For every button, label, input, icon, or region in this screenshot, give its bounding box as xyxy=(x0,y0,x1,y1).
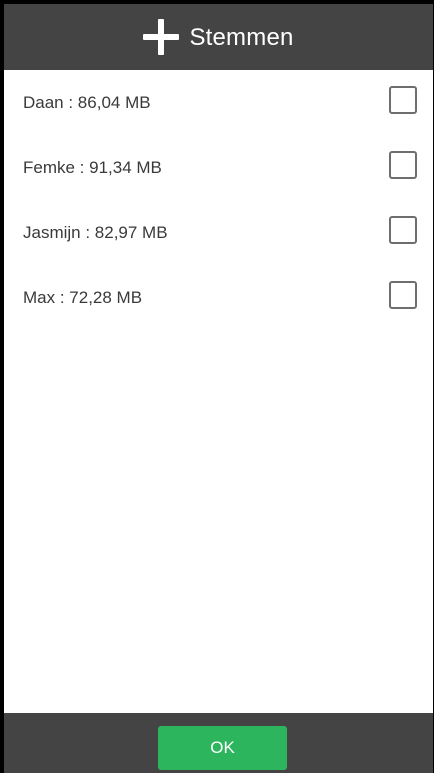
list-item[interactable]: Max : 72,28 MB xyxy=(4,265,433,330)
voice-checkbox[interactable] xyxy=(389,216,417,244)
footer-bar: OK xyxy=(4,713,433,773)
voices-dialog: Stemmen Daan : 86,04 MB Femke : 91,34 MB… xyxy=(4,4,433,773)
list-item[interactable]: Femke : 91,34 MB xyxy=(4,135,433,200)
voice-label: Jasmijn : 82,97 MB xyxy=(23,223,168,242)
header-bar: Stemmen xyxy=(4,4,433,70)
list-item[interactable]: Jasmijn : 82,97 MB xyxy=(4,200,433,265)
voice-label: Max : 72,28 MB xyxy=(23,288,143,307)
voice-label: Femke : 91,34 MB xyxy=(23,158,162,177)
list-item[interactable]: Daan : 86,04 MB xyxy=(4,70,433,135)
voice-checkbox[interactable] xyxy=(389,281,417,309)
voice-checkbox[interactable] xyxy=(389,151,417,179)
voice-label: Daan : 86,04 MB xyxy=(23,93,151,112)
plus-icon[interactable] xyxy=(139,15,183,59)
page-title: Stemmen xyxy=(189,24,294,51)
voice-list: Daan : 86,04 MB Femke : 91,34 MB Jasmijn… xyxy=(4,70,433,330)
voice-checkbox[interactable] xyxy=(389,86,417,114)
ok-button[interactable]: OK xyxy=(158,726,287,770)
